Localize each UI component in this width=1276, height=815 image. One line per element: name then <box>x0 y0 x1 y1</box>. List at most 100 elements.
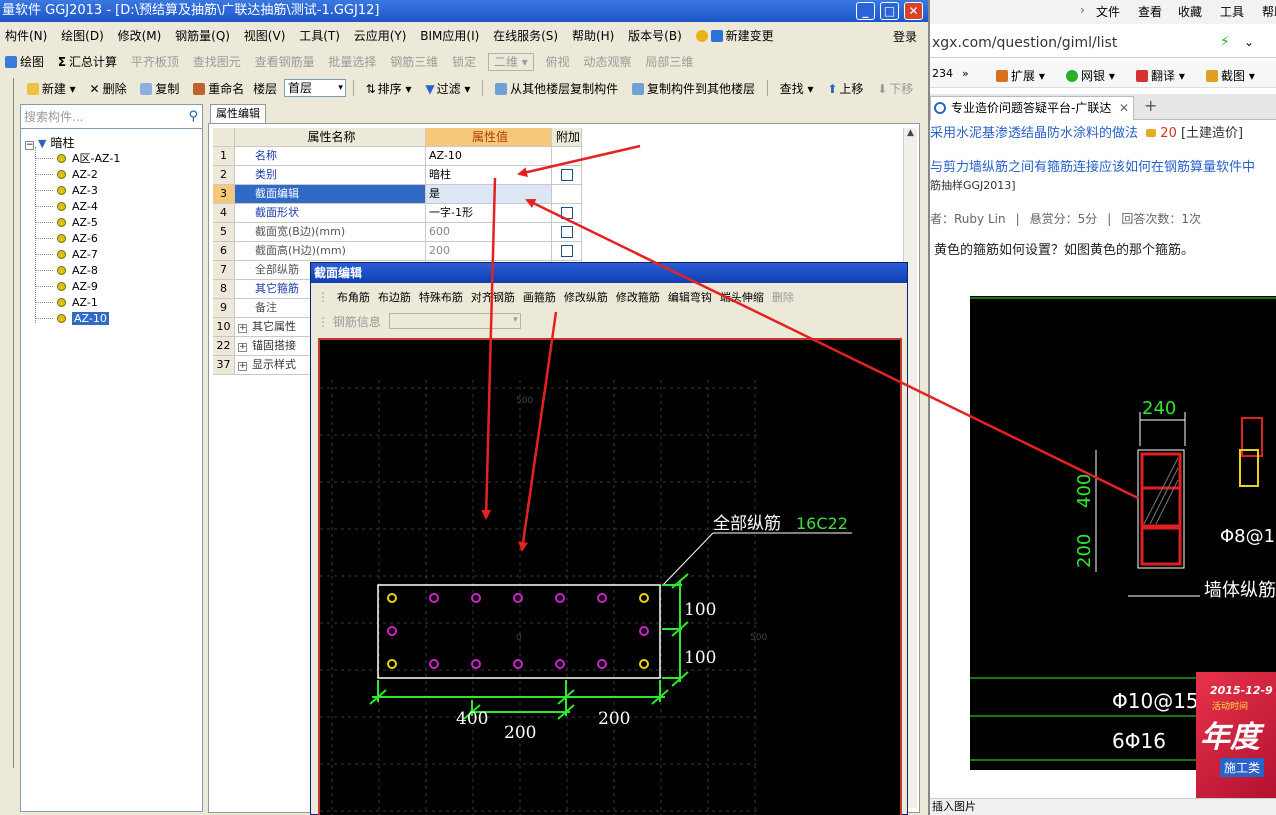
new-button[interactable]: 新建 ▾ <box>22 77 81 101</box>
tree-item[interactable]: AZ-10 <box>35 311 109 327</box>
insert-image-link[interactable]: 插入图片 <box>932 800 976 813</box>
edge-rebar[interactable] <box>597 659 607 669</box>
top-view-button[interactable]: 俯视 <box>541 50 575 74</box>
local-3d-button[interactable]: 局部三维 <box>640 50 698 74</box>
copy-from-floor-button[interactable]: 从其他楼层复制构件 <box>490 77 623 101</box>
column-outline[interactable] <box>377 584 661 679</box>
flush-top-button[interactable]: 平齐板顶 <box>126 50 184 74</box>
extra-checkbox[interactable] <box>561 226 573 238</box>
corner-rebar[interactable] <box>639 659 649 669</box>
edge-rebar[interactable] <box>513 593 523 603</box>
copy-button[interactable]: 复制 <box>135 77 184 101</box>
tree-item[interactable]: AZ-3 <box>35 183 98 199</box>
question-link-1[interactable]: 采用水泥基渗透结晶防水涂料的做法 20 [土建造价] <box>930 122 1243 141</box>
tree-item[interactable]: AZ-1 <box>35 295 98 311</box>
tree-root[interactable]: − ▼ 暗柱 <box>25 135 74 151</box>
tree-item[interactable]: AZ-2 <box>35 167 98 183</box>
property-value[interactable]: 200 <box>426 242 552 261</box>
search-input[interactable]: 搜索构件... ⚲ <box>21 105 202 129</box>
section-tool-button[interactable]: 布角筋 <box>333 289 374 305</box>
rebar-info-select[interactable]: ▾ <box>388 313 521 329</box>
find-button[interactable]: 查找 ▾ <box>775 77 819 101</box>
corner-rebar[interactable] <box>639 593 649 603</box>
copy-to-floor-button[interactable]: 复制构件到其他楼层 <box>627 77 760 101</box>
find-element-button[interactable]: 查找图元 <box>188 50 246 74</box>
close-tab-icon[interactable]: ✕ <box>1119 97 1129 119</box>
menu-component[interactable]: 构件(N) <box>0 24 52 48</box>
maximize-button[interactable]: □ <box>880 2 899 20</box>
tree-item[interactable]: AZ-7 <box>35 247 98 263</box>
menu-modify[interactable]: 修改(M) <box>113 24 167 48</box>
url-text[interactable]: xgx.com/question/giml/list <box>932 35 1117 51</box>
menu-version[interactable]: 版本号(B) <box>623 24 687 48</box>
sort-button[interactable]: ⇅ 排序 ▾ <box>361 77 417 101</box>
draw-button[interactable]: 绘图 <box>0 50 49 74</box>
menu-help-browser[interactable]: 帮助 <box>1262 3 1276 20</box>
fav-bank[interactable]: 网银 ▾ <box>1066 67 1115 84</box>
batch-select-button[interactable]: 批量选择 <box>323 50 381 74</box>
question-link-2[interactable]: 与剪力墙纵筋之间有箍筋连接应该如何在钢筋算量软件中 <box>930 156 1255 175</box>
section-tool-button[interactable]: 布边筋 <box>374 289 415 305</box>
expand-icon[interactable]: + <box>238 324 247 333</box>
move-up-button[interactable]: ⬆ 上移 <box>822 77 868 101</box>
search-icon[interactable]: ⚲ <box>188 105 198 129</box>
menu-draw[interactable]: 绘图(D) <box>56 24 109 48</box>
tree-item[interactable]: AZ-4 <box>35 199 98 215</box>
dynamic-view-button[interactable]: 动态观察 <box>578 50 636 74</box>
property-value[interactable]: 600 <box>426 223 552 242</box>
view-rebar-button[interactable]: 查看钢筋量 <box>250 50 320 74</box>
section-canvas[interactable]: 500 0 500 全部纵筋 16C22 100 100 400 200 200 <box>318 338 902 815</box>
edge-rebar[interactable] <box>597 593 607 603</box>
section-tool-button[interactable]: 画箍筋 <box>519 289 560 305</box>
menu-file[interactable]: 文件 <box>1096 3 1120 20</box>
tree-item[interactable]: AZ-8 <box>35 263 98 279</box>
extra-checkbox[interactable] <box>561 245 573 257</box>
minimize-button[interactable]: _ <box>856 2 875 20</box>
property-value[interactable]: 一字-1形 <box>426 204 552 223</box>
edge-rebar[interactable] <box>555 659 565 669</box>
sum-calc-button[interactable]: Σ 汇总计算 <box>53 50 122 74</box>
edge-rebar[interactable] <box>513 659 523 669</box>
section-tool-button[interactable]: 端头伸缩 <box>716 289 768 305</box>
section-tool-button[interactable]: 修改箍筋 <box>612 289 664 305</box>
edge-rebar[interactable] <box>555 593 565 603</box>
section-tool-button[interactable]: 特殊布筋 <box>415 289 467 305</box>
property-value[interactable]: 暗柱 <box>426 166 552 185</box>
edge-rebar[interactable] <box>429 659 439 669</box>
floor-select[interactable]: 首层 ▾ <box>283 79 346 97</box>
edge-rebar[interactable] <box>387 626 397 636</box>
fav-screenshot[interactable]: 截图 ▾ <box>1206 67 1255 84</box>
new-change-button[interactable]: 新建变更 <box>691 24 779 48</box>
collapse-icon[interactable]: − <box>25 141 34 150</box>
tree-item[interactable]: A区-AZ-1 <box>35 151 120 167</box>
menu-tools-browser[interactable]: 工具 <box>1220 3 1244 20</box>
fav-extend[interactable]: 扩展 ▾ <box>996 67 1045 84</box>
chevron-down-icon[interactable]: ⌄ <box>1244 35 1254 49</box>
menu-view-browser[interactable]: 查看 <box>1138 3 1162 20</box>
move-down-button[interactable]: ⬇ 下移 <box>872 77 918 101</box>
fav-translate[interactable]: 翻译 ▾ <box>1136 67 1185 84</box>
new-tab-button[interactable]: + <box>1144 96 1157 115</box>
tree-item[interactable]: AZ-5 <box>35 215 98 231</box>
tab-property-edit[interactable]: 属性编辑 <box>210 104 266 123</box>
address-bar[interactable]: xgx.com/question/giml/list ⚡ ⌄ <box>930 30 1276 58</box>
menu-rebar[interactable]: 钢筋量(Q) <box>170 24 235 48</box>
login-link[interactable]: 登录 <box>893 28 917 45</box>
property-value[interactable]: AZ-10 <box>426 147 552 166</box>
section-tool-button[interactable]: 删除 <box>768 289 798 305</box>
menu-favorites[interactable]: 收藏 <box>1178 3 1202 20</box>
corner-rebar[interactable] <box>387 593 397 603</box>
view-2d-select[interactable]: 二维 ▾ <box>487 53 534 71</box>
tree-item[interactable]: AZ-6 <box>35 231 98 247</box>
filter-button[interactable]: ▼ 过滤 ▾ <box>420 77 475 101</box>
section-tool-button[interactable]: 修改纵筋 <box>560 289 612 305</box>
expand-icon[interactable]: + <box>238 343 247 352</box>
browser-tab-active[interactable]: 专业造价问题答疑平台-广联达 ✕ <box>930 96 1134 120</box>
lock-button[interactable]: 锁定 <box>447 50 481 74</box>
menu-view[interactable]: 视图(V) <box>239 24 291 48</box>
corner-rebar[interactable] <box>387 659 397 669</box>
section-tool-button[interactable]: 对齐钢筋 <box>467 289 519 305</box>
expand-icon[interactable]: + <box>238 362 247 371</box>
edge-rebar[interactable] <box>471 659 481 669</box>
extra-checkbox[interactable] <box>561 169 573 181</box>
